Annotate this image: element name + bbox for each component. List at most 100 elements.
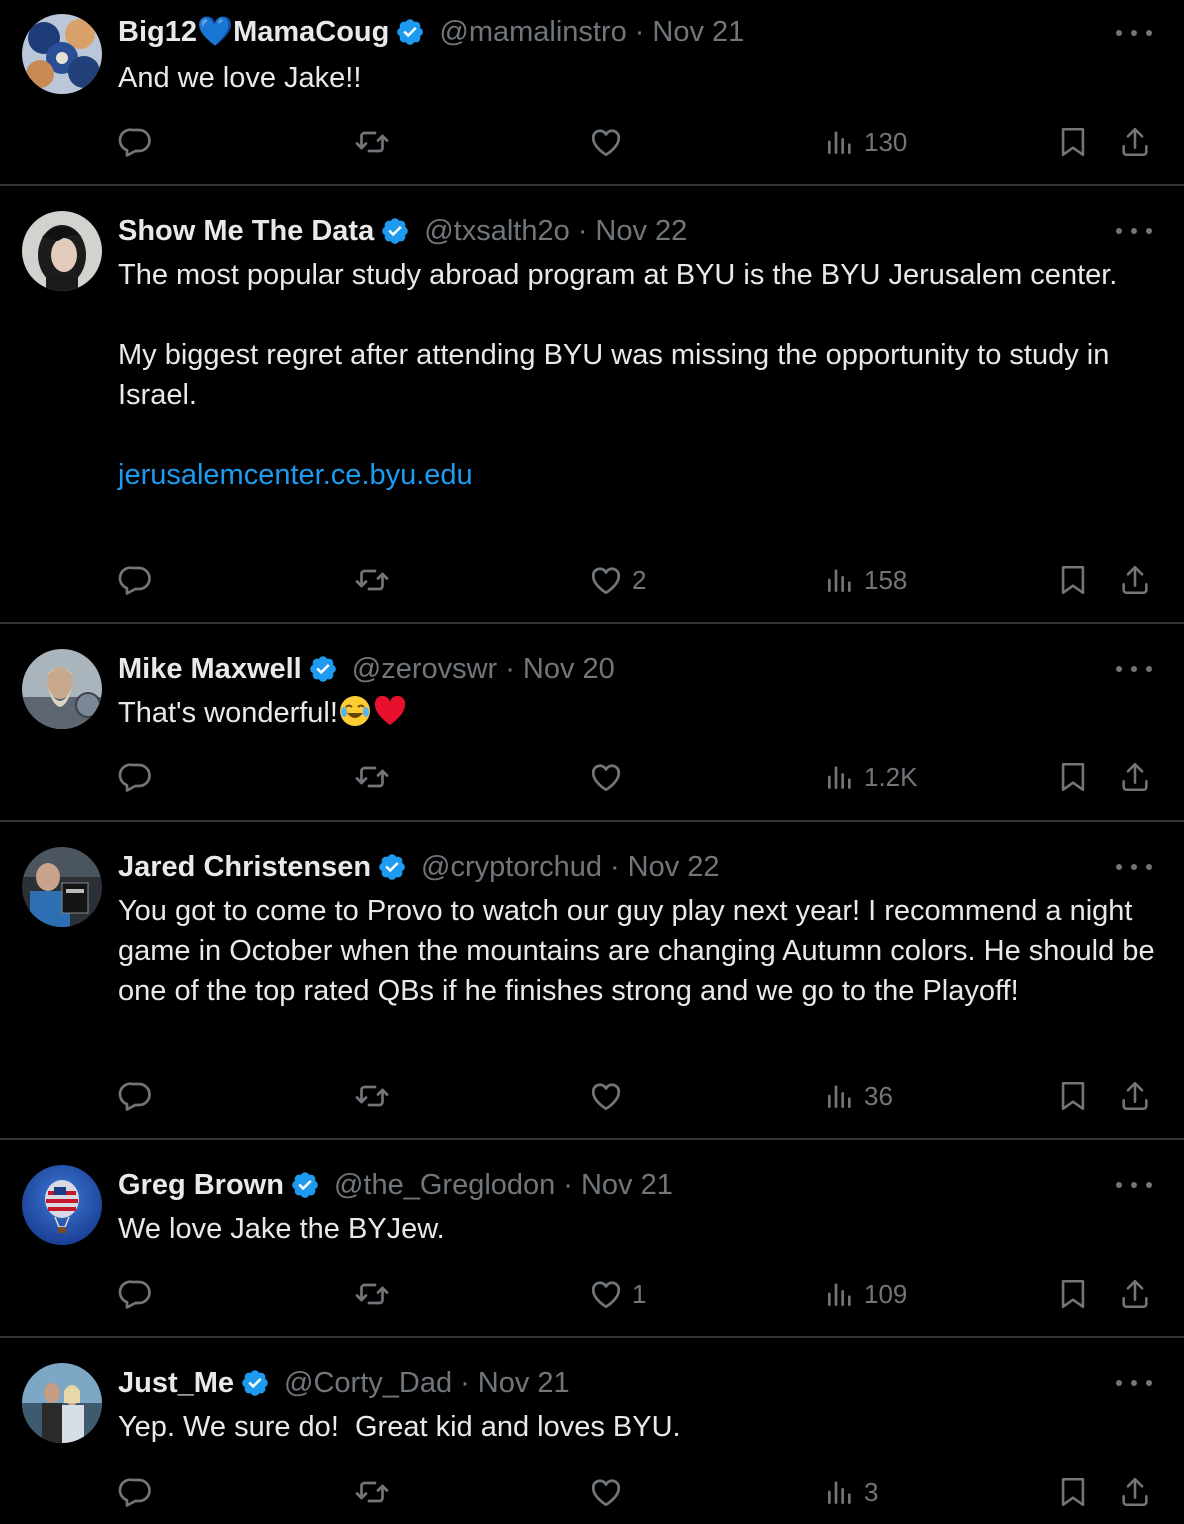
share-button[interactable] [1118, 1076, 1152, 1116]
share-icon [1118, 1475, 1152, 1509]
tweet-text: We love Jake the BYJew. [118, 1213, 445, 1245]
like-count: 2 [632, 564, 647, 595]
share-icon [1118, 760, 1152, 794]
repost-button[interactable] [354, 560, 390, 600]
view-count: 1.2K [864, 761, 918, 792]
reply-button[interactable] [118, 560, 154, 600]
more-options-icon[interactable] [1116, 861, 1152, 873]
bookmark-button[interactable] [1056, 122, 1090, 162]
more-options-icon[interactable] [1116, 1377, 1152, 1389]
verified-badge-icon [395, 17, 425, 47]
author-name[interactable]: Big12💙MamaCoug [118, 14, 389, 50]
bookmark-icon [1056, 563, 1090, 597]
heart-icon [588, 1078, 624, 1114]
tweet[interactable]: Show Me The Data @txsalth2o · Nov 22 The… [0, 186, 1184, 624]
woman-portrait-avatar[interactable] [22, 211, 102, 291]
view-count: 36 [864, 1080, 893, 1111]
bookmark-button[interactable] [1056, 560, 1090, 600]
more-options-icon[interactable] [1116, 225, 1152, 237]
like-button[interactable] [588, 1472, 632, 1512]
repost-button[interactable] [354, 1472, 390, 1512]
repost-button[interactable] [354, 1274, 390, 1314]
author-handle[interactable]: @cryptorchud [421, 849, 602, 885]
views-button[interactable]: 158 [824, 560, 907, 600]
views-button[interactable]: 36 [824, 1076, 893, 1116]
share-icon [1118, 125, 1152, 159]
author-name[interactable]: Jared Christensen [118, 849, 371, 885]
share-button[interactable] [1118, 757, 1152, 797]
tweet[interactable]: Jared Christensen @cryptorchud · Nov 22 … [0, 822, 1184, 1140]
author-handle[interactable]: @zerovswr [352, 651, 497, 687]
view-count: 109 [864, 1278, 908, 1309]
views-button[interactable]: 109 [824, 1274, 907, 1314]
tweet-date[interactable]: Nov 22 [595, 213, 687, 249]
more-options-icon[interactable] [1116, 27, 1152, 39]
reply-button[interactable] [118, 1472, 154, 1512]
viking-warrior-avatar[interactable] [22, 649, 102, 729]
views-button[interactable]: 1.2K [824, 757, 918, 797]
author-handle[interactable]: @Corty_Dad [284, 1365, 452, 1401]
author-handle[interactable]: @txsalth2o [424, 213, 570, 249]
reply-button[interactable] [118, 757, 154, 797]
like-button[interactable]: 2 [588, 560, 646, 600]
reply-button[interactable] [118, 1076, 154, 1116]
author-name[interactable]: Mike Maxwell [118, 651, 302, 687]
tweet-date[interactable]: Nov 22 [628, 849, 720, 885]
repost-button[interactable] [354, 757, 390, 797]
author-name[interactable]: Just_Me [118, 1365, 234, 1401]
share-button[interactable] [1118, 1472, 1152, 1512]
cougars-collage-avatar[interactable] [22, 14, 102, 94]
tweet-text-content: The most popular study abroad program at… [118, 259, 1118, 411]
heart-icon [588, 759, 624, 795]
bookmark-button[interactable] [1056, 1472, 1090, 1512]
bookmark-button[interactable] [1056, 1274, 1090, 1314]
share-button[interactable] [1118, 122, 1152, 162]
man-holding-book-avatar[interactable] [22, 847, 102, 927]
tweet-date[interactable]: Nov 21 [478, 1365, 570, 1401]
analytics-icon [824, 761, 856, 793]
hot-air-balloon-avatar[interactable] [22, 1165, 102, 1245]
tweet[interactable]: Greg Brown @the_Greglodon · Nov 21 We lo… [0, 1140, 1184, 1338]
like-button[interactable] [588, 122, 632, 162]
like-button[interactable] [588, 1076, 632, 1116]
separator-dot: · [610, 851, 620, 883]
analytics-icon [824, 126, 856, 158]
share-icon [1118, 563, 1152, 597]
reply-button[interactable] [118, 122, 154, 162]
more-options-icon[interactable] [1116, 1179, 1152, 1191]
bookmark-button[interactable] [1056, 757, 1090, 797]
views-button[interactable]: 3 [824, 1472, 878, 1512]
tweet-link[interactable]: jerusalemcenter.ce.byu.edu [118, 459, 473, 491]
tweet-date[interactable]: Nov 21 [652, 14, 744, 50]
couple-photo-avatar[interactable] [22, 1363, 102, 1443]
bookmark-button[interactable] [1056, 1076, 1090, 1116]
repost-button[interactable] [354, 122, 390, 162]
tweet[interactable]: Mike Maxwell @zerovswr · Nov 20 That's w… [0, 624, 1184, 822]
like-button[interactable]: 1 [588, 1274, 646, 1314]
like-button[interactable] [588, 757, 632, 797]
bookmark-icon [1056, 760, 1090, 794]
reply-icon [118, 1276, 154, 1312]
analytics-icon [824, 564, 856, 596]
heart-icon [588, 1276, 624, 1312]
author-name[interactable]: Greg Brown [118, 1167, 284, 1203]
repost-button[interactable] [354, 1076, 390, 1116]
author-handle[interactable]: @mamalinstro [439, 14, 626, 50]
red-heart-emoji [372, 694, 408, 739]
more-options-icon[interactable] [1116, 663, 1152, 675]
tweet-date[interactable]: Nov 20 [523, 651, 615, 687]
reply-icon [118, 562, 154, 598]
author-handle[interactable]: @the_Greglodon [334, 1167, 555, 1203]
tweet[interactable]: Just_Me @Corty_Dad · Nov 21 Yep. We sure… [0, 1338, 1184, 1524]
share-button[interactable] [1118, 560, 1152, 600]
tweet-date[interactable]: Nov 21 [581, 1167, 673, 1203]
tweet[interactable]: Big12💙MamaCoug @mamalinstro · Nov 21 And… [0, 0, 1184, 186]
reply-button[interactable] [118, 1274, 154, 1314]
share-button[interactable] [1118, 1274, 1152, 1314]
views-button[interactable]: 130 [824, 122, 907, 162]
author-name[interactable]: Show Me The Data [118, 213, 374, 249]
tears-of-joy-emoji [338, 694, 372, 739]
analytics-icon [824, 1278, 856, 1310]
heart-icon [588, 1474, 624, 1510]
tweet-text-content: That's wonderful! [118, 697, 338, 729]
